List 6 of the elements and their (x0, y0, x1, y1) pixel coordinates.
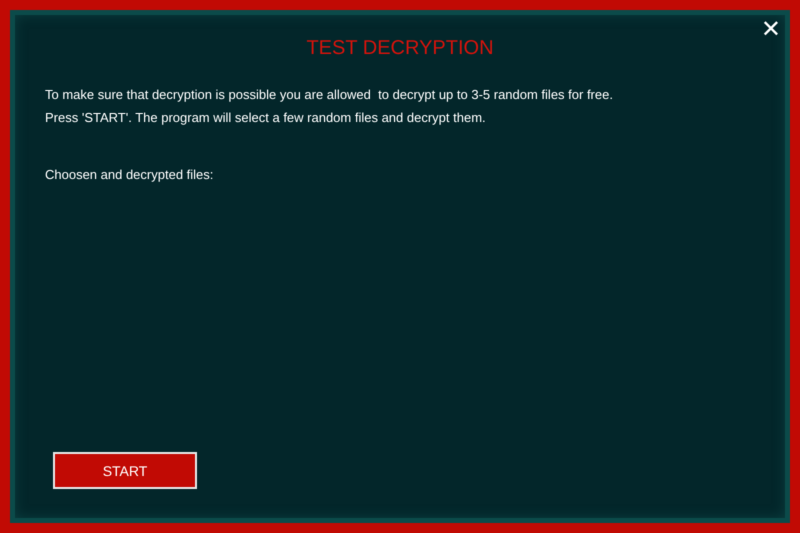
instruction-text: To make sure that decryption is possible you are allowed to decrypt up to 3-5 random files for free. (45, 87, 614, 102)
start-button[interactable]: START (53, 452, 197, 489)
files-label: Choosen and decrypted files: (45, 167, 214, 182)
dialog-title: TEST DECRYPTION (306, 37, 494, 60)
instruction-text: Press 'START'. The program will select a few random files and decrypt them. (45, 110, 487, 125)
close-button[interactable]: ✕ (760, 17, 781, 41)
